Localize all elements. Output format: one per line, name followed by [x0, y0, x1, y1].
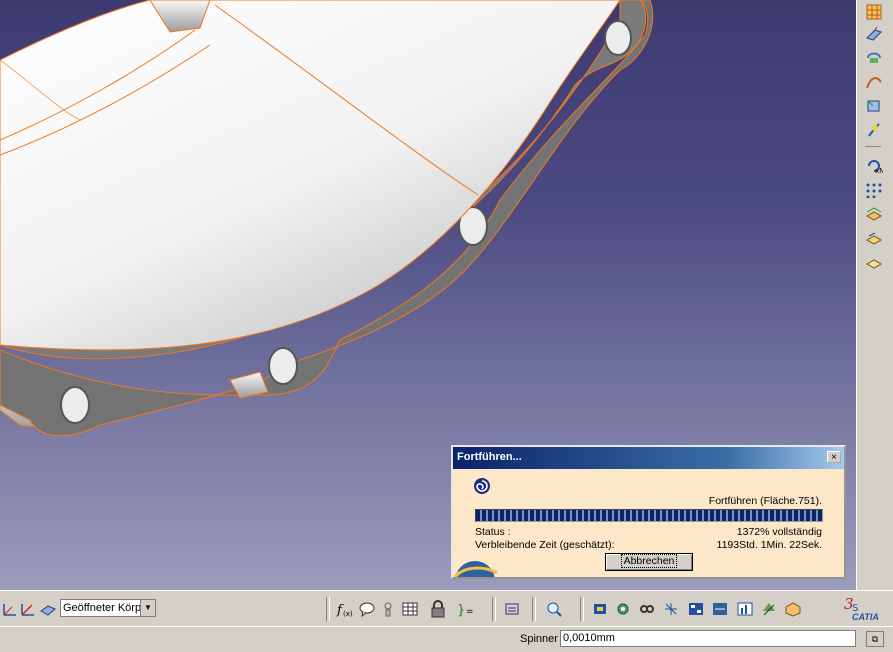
comment-icon[interactable]	[357, 599, 377, 619]
bracket-icon[interactable]: } =	[456, 599, 476, 619]
bolt-hole	[60, 386, 90, 424]
gear-icon[interactable]	[613, 599, 633, 619]
table-icon[interactable]	[400, 599, 420, 619]
spinner-button[interactable]: ⧉	[866, 631, 884, 647]
sweep-icon[interactable]	[863, 72, 885, 92]
extrude-icon[interactable]	[863, 24, 885, 44]
dialog-title: Fortführen...	[457, 451, 522, 463]
pattern-icon[interactable]	[863, 180, 885, 200]
svg-text:xN: xN	[875, 167, 883, 174]
axis-red-icon[interactable]	[18, 599, 38, 619]
pin-icon[interactable]	[863, 120, 885, 140]
abort-button[interactable]: Abbrechen	[605, 553, 693, 571]
svg-text:(x): (x)	[343, 610, 353, 618]
part-icon[interactable]	[590, 599, 610, 619]
boundary-icon[interactable]	[863, 96, 885, 116]
close-icon[interactable]: ×	[827, 451, 841, 463]
revolve-icon[interactable]	[863, 48, 885, 68]
bolt-hole	[268, 347, 298, 385]
progress-bar	[475, 509, 823, 522]
sketch-grid-icon[interactable]	[863, 2, 885, 22]
surface-stack-icon[interactable]	[863, 204, 885, 224]
chevron-down-icon[interactable]: ▼	[140, 600, 155, 616]
spinner-swirl-icon	[473, 477, 491, 495]
progress-dialog: Fortführen... × Fortführen (Fläche.751).…	[451, 445, 846, 579]
body-select[interactable]: Geöffneter Körp ▼	[60, 599, 156, 617]
catia-logo: 3S CATIA	[844, 595, 879, 622]
bolt-hole	[604, 20, 632, 56]
measure-icon[interactable]	[544, 599, 564, 619]
layer-icon[interactable]	[863, 228, 885, 248]
bottom-toolbar: Geöffneter Körp ▼ f (x) } = 3S CATIA	[0, 590, 893, 627]
progress-fill	[476, 510, 822, 521]
spinner-input[interactable]: 0,0010mm	[560, 630, 856, 647]
knowledge-icon[interactable]	[378, 599, 398, 619]
publish-icon[interactable]	[502, 599, 522, 619]
svg-text:=: =	[466, 607, 474, 617]
axis-star-icon[interactable]	[661, 599, 681, 619]
operation-text: Fortführen (Fläche.751).	[708, 495, 822, 507]
status-value: 1372% vollständig	[736, 526, 822, 538]
dialog-titlebar[interactable]: Fortführen... ×	[453, 447, 844, 469]
globe-decoration	[453, 547, 501, 577]
svg-text:}: }	[457, 603, 465, 618]
axis-icon[interactable]	[0, 599, 20, 619]
spinner-label: Spinner	[520, 633, 558, 645]
rotate-icon[interactable]: xN	[863, 156, 885, 176]
chart-icon[interactable]	[735, 599, 755, 619]
status-bar: Spinner 0,0010mm ⧉	[0, 626, 893, 652]
layer-small-icon[interactable]	[863, 252, 885, 272]
tree-icon[interactable]	[759, 599, 779, 619]
plane-icon[interactable]	[38, 599, 58, 619]
link-icon[interactable]	[637, 599, 657, 619]
grid-view-icon[interactable]	[686, 599, 706, 619]
lock-icon[interactable]	[428, 599, 448, 619]
time-value: 1193Std. 1Min. 22Sek.	[716, 539, 822, 551]
compare-icon[interactable]	[710, 599, 730, 619]
formula-icon[interactable]: f (x)	[335, 599, 355, 619]
right-toolbar: xN	[856, 0, 893, 590]
box-icon[interactable]	[783, 599, 803, 619]
status-label: Status :	[475, 526, 511, 538]
